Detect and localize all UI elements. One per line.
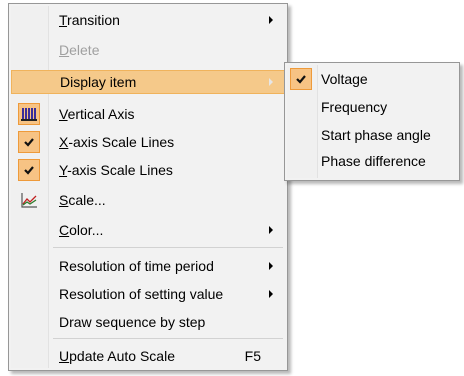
menu-item-label: Transition [59,12,120,28]
submenu-arrow-icon [269,290,273,298]
menu-item-label: Scale... [59,192,106,208]
menu-item-shortcut: F5 [244,348,261,364]
menu-item-label: Resolution of time period [59,258,214,274]
menu-item-label: Voltage [321,71,368,87]
submenu-arrow-icon [269,262,273,270]
menu-item-delete[interactable]: Delete [11,38,285,62]
menu-item-display-item[interactable]: Display item [11,70,285,94]
menu-item-label: Frequency [321,99,388,115]
menu-item-label: X-axis Scale Lines [59,134,175,150]
menu-item-y-axis-scale-lines[interactable]: Y-axis Scale Lines [11,158,285,182]
submenu-arrow-icon [269,78,273,86]
submenu-item-start-phase-angle[interactable]: Start phase angle [287,123,457,147]
submenu-item-frequency[interactable]: Frequency [287,95,457,119]
context-menu: Transition Delete Display item Vertical … [8,3,288,371]
menu-item-label: Update Auto Scale [59,348,175,364]
vertical-axis-icon [18,103,40,125]
menu-item-vertical-axis[interactable]: Vertical Axis [11,102,285,126]
scale-chart-icon [18,189,40,211]
menu-item-label: Start phase angle [321,127,431,143]
menu-item-label: Display item [60,74,137,90]
checkmark-icon [18,159,40,181]
menu-separator [53,338,283,339]
submenu-arrow-icon [269,16,273,24]
menu-item-color[interactable]: Color... [11,218,285,242]
menu-item-resolution-setting-value[interactable]: Resolution of setting value [11,282,285,306]
checkmark-icon [18,131,40,153]
menu-item-label: Delete [59,42,100,58]
menu-item-label: Phase difference [321,153,426,169]
menu-item-scale[interactable]: Scale... [11,188,285,212]
menu-item-label: Color... [59,222,104,238]
checkmark-icon [290,68,312,90]
menu-item-draw-sequence-by-step[interactable]: Draw sequence by step [11,310,285,334]
submenu-item-phase-difference[interactable]: Phase difference [287,149,457,173]
menu-item-label: Resolution of setting value [59,286,224,302]
menu-item-transition[interactable]: Transition [11,8,285,32]
submenu-arrow-icon [269,226,273,234]
menu-item-label: Y-axis Scale Lines [59,162,173,178]
menu-item-label: Draw sequence by step [59,314,206,330]
menu-item-update-auto-scale[interactable]: Update Auto Scale F5 [11,344,285,368]
menu-item-x-axis-scale-lines[interactable]: X-axis Scale Lines [11,130,285,154]
menu-item-resolution-time-period[interactable]: Resolution of time period [11,254,285,278]
submenu-item-voltage[interactable]: Voltage [287,67,457,91]
menu-separator [53,247,283,248]
display-item-submenu: Voltage Frequency Start phase angle Phas… [284,62,460,181]
menu-item-label: Vertical Axis [59,106,135,122]
